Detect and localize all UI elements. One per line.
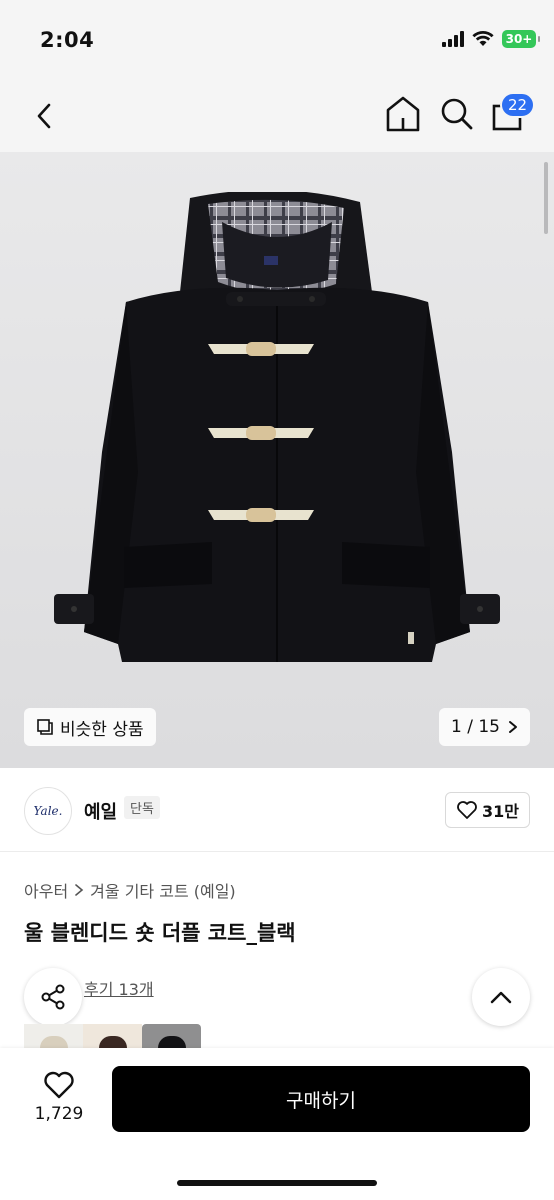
color-options	[24, 1024, 201, 1050]
chevron-right-icon	[75, 884, 84, 896]
scroll-indicator	[544, 162, 548, 234]
scroll-top-button[interactable]	[472, 968, 530, 1026]
battery-icon: 30+	[502, 30, 540, 48]
category-child[interactable]: 겨울 기타 코트 (예일)	[90, 878, 236, 902]
brand-row: Yale. 예일 단독 31만	[0, 768, 554, 852]
wishlist-count: 1,729	[34, 1104, 84, 1124]
copy-icon	[37, 719, 53, 735]
signal-icon	[442, 31, 464, 47]
brand-name[interactable]: 예일	[84, 798, 117, 824]
color-option-thumbnail[interactable]	[83, 1024, 142, 1050]
brand-like-button[interactable]: 31만	[445, 792, 530, 828]
share-icon	[41, 984, 65, 1010]
similar-products-label: 비슷한 상품	[60, 719, 144, 740]
review-link[interactable]: 후기 13개	[84, 976, 154, 1000]
color-option-thumbnail[interactable]	[24, 1024, 83, 1050]
brand-logo-text: Yale.	[33, 804, 63, 818]
category-breadcrumb: 아우터 겨울 기타 코트 (예일)	[24, 878, 236, 902]
similar-products-button[interactable]: 비슷한 상품	[24, 708, 156, 746]
category-parent[interactable]: 아우터	[24, 878, 68, 902]
bottom-purchase-bar: 1,729 구매하기	[0, 1048, 554, 1200]
home-indicator	[177, 1180, 377, 1186]
search-button[interactable]	[438, 94, 478, 134]
exclusive-badge: 단독	[124, 796, 160, 819]
home-icon	[386, 96, 420, 132]
image-counter[interactable]: 1 / 15	[439, 708, 530, 746]
share-button[interactable]	[24, 968, 82, 1026]
search-icon	[441, 98, 473, 130]
wifi-icon	[472, 31, 494, 46]
product-image-coat	[54, 192, 500, 662]
cart-count-badge: 22	[500, 92, 536, 118]
home-button[interactable]	[384, 94, 424, 134]
brand-logo[interactable]: Yale.	[24, 787, 72, 835]
chevron-right-icon	[509, 721, 517, 733]
back-button[interactable]	[24, 96, 64, 136]
product-image-gallery[interactable]: 비슷한 상품 1 / 15	[0, 152, 554, 768]
chevron-up-icon	[490, 991, 512, 1004]
header-nav	[0, 80, 554, 152]
heart-icon	[457, 801, 477, 819]
wishlist-button[interactable]: 1,729	[24, 1070, 94, 1124]
image-counter-text: 1 / 15	[451, 717, 500, 737]
heart-icon	[44, 1071, 74, 1099]
status-icons: 30+	[442, 30, 540, 48]
status-time: 2:04	[40, 28, 95, 52]
color-option-thumbnail[interactable]	[142, 1024, 201, 1050]
buy-button[interactable]: 구매하기	[112, 1066, 530, 1132]
status-bar: 2:04 30+	[0, 0, 554, 80]
chevron-left-icon	[37, 103, 51, 129]
brand-like-count: 31만	[482, 802, 519, 821]
product-title: 울 블렌디드 숏 더플 코트_블랙	[24, 921, 296, 945]
